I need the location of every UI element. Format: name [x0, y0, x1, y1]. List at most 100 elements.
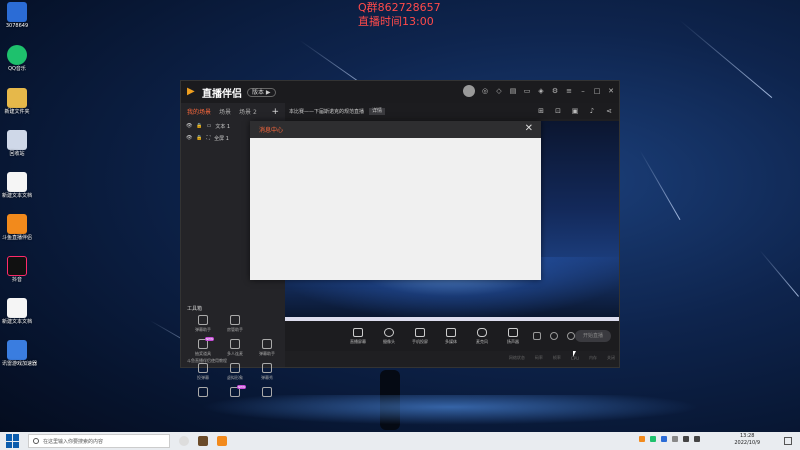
- tab-scene-2[interactable]: 场景 2: [239, 107, 257, 116]
- tool-empty-1[interactable]: [251, 315, 283, 333]
- eye-icon[interactable]: 👁: [186, 123, 192, 129]
- record-icon[interactable]: [533, 332, 541, 340]
- accelerator-icon: [7, 340, 27, 360]
- bell-icon[interactable]: ♪: [588, 107, 596, 115]
- desktop-icon-accelerator[interactable]: 讯雷游戏加速器: [2, 340, 37, 367]
- headset-icon[interactable]: ◎: [481, 87, 489, 95]
- cortana-icon[interactable]: [179, 436, 189, 446]
- notification-icon[interactable]: [784, 437, 792, 445]
- gift-icon[interactable]: ◇: [495, 87, 503, 95]
- screen-capture-button[interactable]: 直播屏幕: [347, 327, 369, 345]
- fullscreen-source-icon: ⛶: [206, 135, 211, 141]
- dialog-header: 消息中心 ✕: [250, 121, 541, 138]
- tool-danmu-show[interactable]: 弹幕秀: [251, 363, 283, 381]
- desktop-icon-douyin[interactable]: 抖音: [2, 256, 32, 283]
- desktop-icon-douyu[interactable]: 斗鱼直播伴侣: [2, 214, 32, 241]
- toolbox-title: 工具箱: [187, 306, 203, 312]
- network-icon[interactable]: [694, 436, 700, 442]
- minimize-icon[interactable]: –: [579, 87, 587, 95]
- tool-danmu-helper-2[interactable]: 弹幕助手: [251, 339, 283, 357]
- share-icon[interactable]: ⋖: [605, 107, 613, 115]
- tool-room-admin[interactable]: 房管助手: [219, 315, 251, 333]
- window-icon[interactable]: ▣: [571, 107, 579, 115]
- media-button[interactable]: 多媒体: [440, 327, 462, 345]
- close-icon[interactable]: ✕: [525, 123, 533, 134]
- desktop-icon-qq-music[interactable]: QQ音乐: [2, 45, 32, 72]
- download-icon: [230, 363, 240, 373]
- toolbox-grid: 弹幕助手 房管助手 NEW 抽奖道具 多人连麦 弹幕助手 投弹幕 虚拟形象 弹幕秀…: [187, 315, 283, 399]
- chart-icon[interactable]: ▤: [509, 87, 517, 95]
- microphone-icon: [477, 327, 487, 337]
- app-icon: [7, 2, 27, 22]
- download-icon: [230, 339, 240, 349]
- tool-11[interactable]: [251, 387, 283, 399]
- app-name: 直播伴侣: [202, 88, 242, 100]
- tool-avatar[interactable]: 虚拟形象: [219, 363, 251, 381]
- microphone-button[interactable]: 麦克风: [471, 327, 493, 345]
- folder-icon: [7, 88, 27, 108]
- notice-text: 本比赛——下届斯诺克的规范直播: [289, 108, 365, 115]
- desktop-icon-text-doc[interactable]: 新建文本文档: [2, 172, 32, 199]
- tool-9[interactable]: [187, 387, 219, 399]
- desktop-icon-0[interactable]: 3078649: [2, 2, 32, 29]
- document-icon: [7, 298, 27, 318]
- skin-icon[interactable]: ◈: [537, 87, 545, 95]
- gift-box-icon[interactable]: ⊞: [537, 107, 545, 115]
- version-pill[interactable]: 版本 ▶: [247, 87, 276, 97]
- message-icon[interactable]: ▭: [523, 87, 531, 95]
- eye-icon[interactable]: [550, 332, 558, 340]
- windows-start-icon[interactable]: [6, 434, 20, 448]
- close-icon[interactable]: ✕: [607, 87, 615, 95]
- tab-scene[interactable]: 场景: [219, 107, 231, 116]
- taskbar-douyu-icon[interactable]: [217, 436, 227, 446]
- tool-lottery[interactable]: NEW 抽奖道具: [187, 337, 219, 357]
- desktop-icon-text-doc-2[interactable]: 新建文本文档: [2, 298, 32, 325]
- tray-app-icon[interactable]: [661, 436, 667, 442]
- desktop-icon-folder[interactable]: 新建文件夹: [2, 88, 32, 115]
- gear-icon[interactable]: [567, 332, 575, 340]
- start-live-button[interactable]: 开始直播: [575, 330, 611, 342]
- taskbar-search-input[interactable]: 在这里输入你要搜索的内容: [28, 434, 170, 448]
- windows-taskbar: 在这里输入你要搜索的内容 13:28 2022/10/9: [0, 432, 800, 450]
- avatar[interactable]: [463, 85, 475, 97]
- add-scene-icon[interactable]: +: [271, 107, 279, 116]
- taskbar-app-icon[interactable]: [198, 436, 208, 446]
- camera-icon: [384, 327, 394, 337]
- tab-my-scene[interactable]: 我的场景: [187, 107, 211, 116]
- tv-icon: [262, 363, 272, 373]
- tool-10[interactable]: NEW: [219, 385, 251, 399]
- music-icon: [7, 45, 27, 65]
- settings-icon[interactable]: ⚙: [551, 87, 559, 95]
- lock-icon[interactable]: 🔒: [196, 123, 202, 129]
- message-center-dialog: 消息中心 ✕: [250, 121, 541, 280]
- menu-icon[interactable]: ≡: [565, 87, 573, 95]
- scene-tabs: 我的场景 场景 场景 2 +: [181, 103, 285, 120]
- app-logo-icon: ▶: [187, 86, 195, 97]
- maximize-icon[interactable]: □: [593, 87, 601, 95]
- camera-button[interactable]: 摄像头: [378, 327, 400, 345]
- desktop-icon-recycle-bin[interactable]: 回收站: [2, 130, 32, 157]
- lock-icon[interactable]: ⊡: [554, 107, 562, 115]
- speaker-button[interactable]: 扬声器: [502, 327, 524, 345]
- overlay-qq-group: Q群862728657: [358, 1, 441, 14]
- tray-app-icon[interactable]: [639, 436, 645, 442]
- tutorial-link[interactable]: 斗鱼直播伴侣使用教程: [187, 358, 227, 364]
- lock-icon[interactable]: 🔒: [196, 135, 202, 141]
- tool-cast-danmu[interactable]: 投弹幕: [187, 363, 219, 381]
- volume-icon[interactable]: [683, 436, 689, 442]
- user-icon: [230, 315, 240, 325]
- eye-icon[interactable]: 👁: [186, 135, 192, 141]
- tool-multi-mic[interactable]: 多人连麦: [219, 339, 251, 357]
- speaker-icon: [508, 327, 518, 337]
- search-icon: [33, 438, 39, 444]
- taskbar-clock[interactable]: 13:28 2022/10/9: [734, 433, 760, 447]
- tool-danmu-helper[interactable]: 弹幕助手: [187, 315, 219, 333]
- tray-app-icon[interactable]: [672, 436, 678, 442]
- recycle-bin-icon: [7, 130, 27, 150]
- cast-icon: [198, 363, 208, 373]
- search-placeholder: 在这里输入你要搜索的内容: [43, 438, 104, 445]
- phone-cast-button[interactable]: 手机投屏: [409, 327, 431, 345]
- tray-app-icon[interactable]: [650, 436, 656, 442]
- notice-detail-button[interactable]: 详情: [369, 107, 386, 115]
- status-close[interactable]: 关闭: [607, 355, 615, 361]
